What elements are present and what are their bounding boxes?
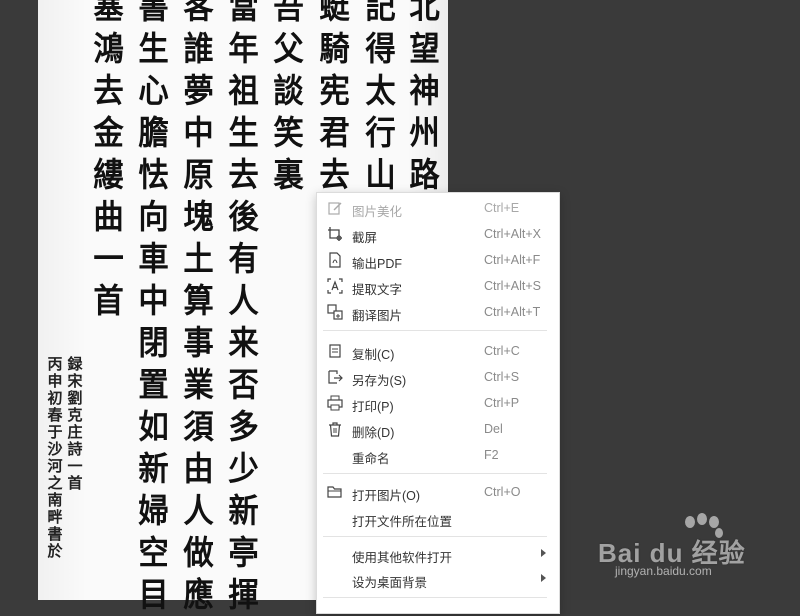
calligraphy-column-1: 北 望神州路 — [408, 0, 440, 194]
menu-item-beautify[interactable]: 图片美化 Ctrl+E — [317, 195, 559, 221]
menu-item-open-image[interactable]: 打开图片(O) Ctrl+O — [317, 479, 559, 505]
watermark-site: jingyan.baidu.com — [615, 564, 712, 578]
menu-separator — [323, 597, 547, 598]
menu-item-extract-text[interactable]: 提取文字 Ctrl+Alt+S — [317, 273, 559, 299]
menu-item-translate-image[interactable]: 翻译图片 Ctrl+Alt+T — [317, 299, 559, 325]
submenu-arrow-icon — [541, 574, 546, 582]
menu-item-open-file-location[interactable]: 打开文件所在位置 — [317, 505, 559, 531]
menu-separator — [323, 330, 547, 331]
calligraphy-column-6: 客 誰夢中原塊土算事業須由人做應 — [182, 0, 214, 614]
menu-item-print[interactable]: 打印(P) Ctrl+P — [317, 390, 559, 416]
pdf-icon — [327, 252, 343, 268]
edit-icon — [327, 200, 343, 216]
menu-item-set-wallpaper[interactable]: 设为桌面背景 — [317, 566, 559, 592]
copy-icon — [327, 343, 343, 359]
calligraphy-column-4: 吾 父談笑裏 — [272, 0, 304, 194]
text-extract-icon — [327, 278, 343, 294]
menu-item-copy[interactable]: 复制(C) Ctrl+C — [317, 338, 559, 364]
menu-separator — [323, 536, 547, 537]
menu-item-export-pdf[interactable]: 输出PDF Ctrl+Alt+F — [317, 247, 559, 273]
translate-icon — [327, 304, 343, 320]
context-menu: 图片美化 Ctrl+E 截屏 Ctrl+Alt+X 输出PDF Ctrl+Alt… — [316, 192, 560, 614]
calligraphy-column-3: 蜓 騎宪君去 — [318, 0, 350, 194]
calligraphy-column-5: 當 年祖生去後有人来否多少新亭揮 — [227, 0, 259, 614]
calligraphy-column-8: 塞 鴻去金縷曲一首 — [92, 0, 124, 320]
screenshot-icon — [327, 226, 343, 242]
print-icon — [327, 395, 343, 411]
menu-item-delete[interactable]: 删除(D) Del — [317, 416, 559, 442]
menu-item-open-with[interactable]: 使用其他软件打开 — [317, 541, 559, 567]
folder-icon — [327, 484, 343, 500]
save-as-icon — [327, 369, 343, 385]
menu-separator — [323, 473, 547, 474]
inscription-column-2: 丙 申初春于沙河之南畔書於 — [47, 355, 63, 560]
inscription-column-1: 録 宋劉克庄詩一首 — [67, 355, 83, 492]
calligraphy-column-2: 記 得太行山 — [364, 0, 396, 194]
submenu-arrow-icon — [541, 549, 546, 557]
menu-item-rename[interactable]: 重命名 F2 — [317, 442, 559, 468]
trash-icon — [327, 421, 343, 437]
menu-item-save-as[interactable]: 另存为(S) Ctrl+S — [317, 364, 559, 390]
calligraphy-column-7: 書 生心膽怯向車中閉置如新婦空目 — [137, 0, 169, 614]
menu-item-screenshot[interactable]: 截屏 Ctrl+Alt+X — [317, 221, 559, 247]
